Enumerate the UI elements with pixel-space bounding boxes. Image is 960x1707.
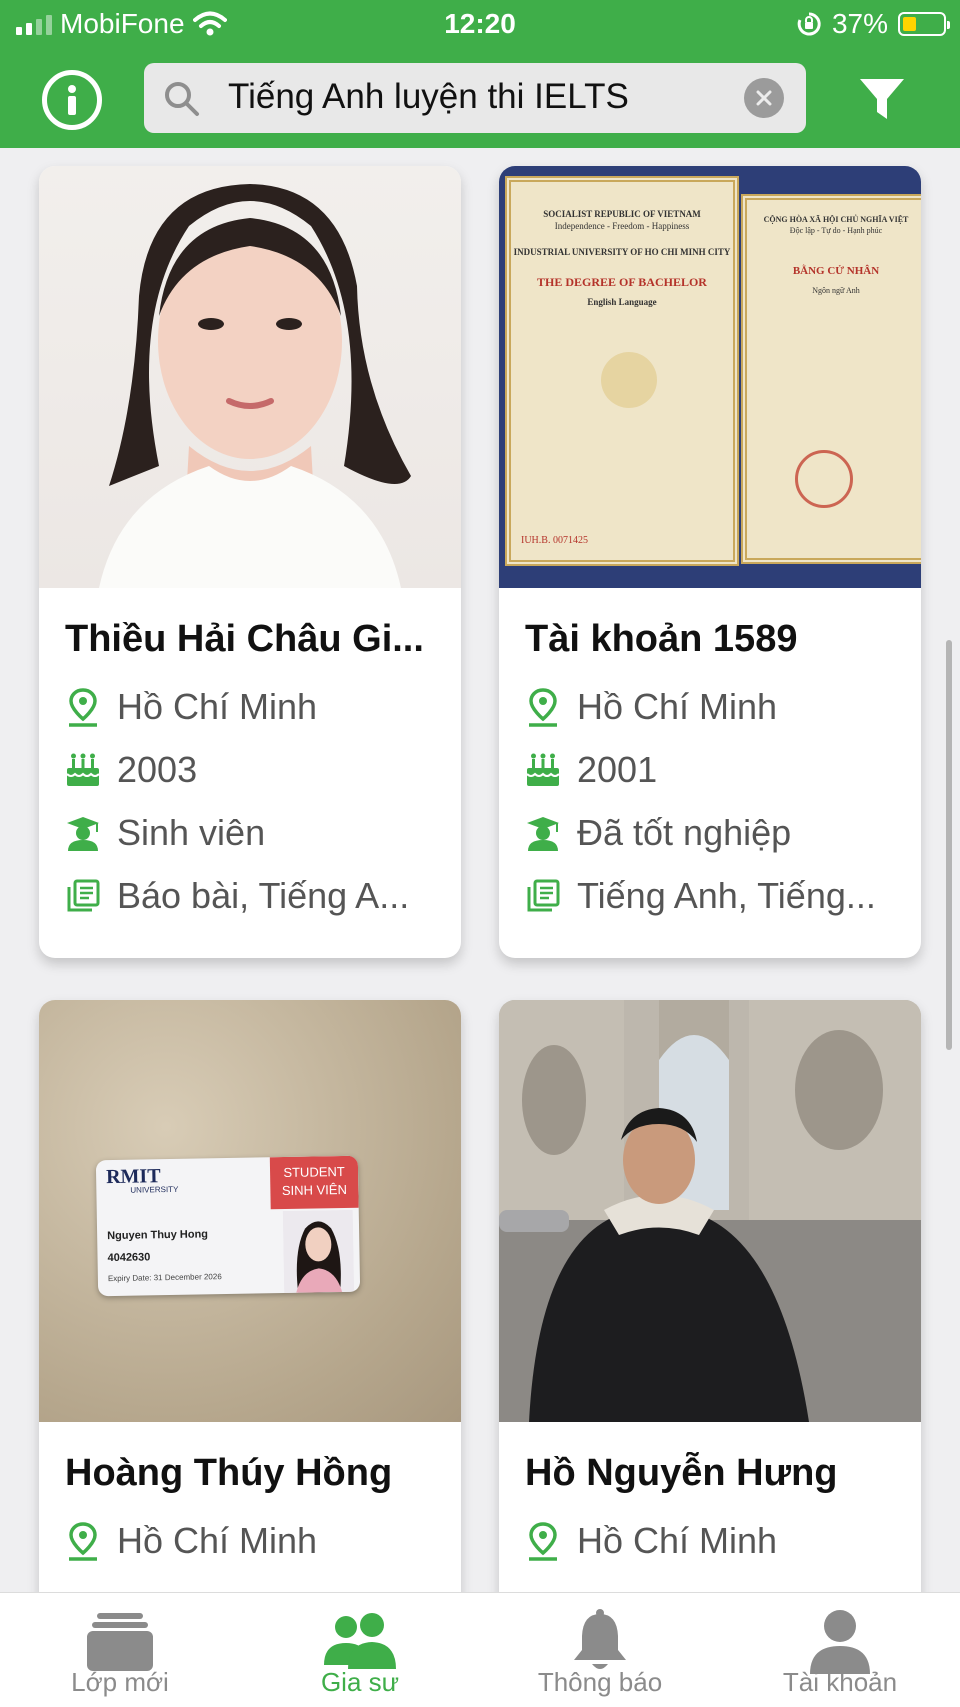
info-button[interactable] xyxy=(42,70,102,130)
card-holder: Nguyen Thuy Hong xyxy=(107,1228,209,1243)
diploma-watermark xyxy=(601,352,657,408)
card-photo xyxy=(282,1209,355,1294)
tab-label: Tài khoản xyxy=(782,1667,898,1697)
tutor-name: Hoàng Thúy Hồng xyxy=(65,1452,393,1494)
tutor-grid: Thiều Hải Châu Gi... Hồ Chí Minh 2003 Si… xyxy=(0,148,960,1592)
tutor-card[interactable]: Hồ Nguyễn Hưng Hồ Chí Minh xyxy=(499,1000,921,1592)
diploma-major-vn: Ngôn ngữ Anh xyxy=(812,286,860,295)
tutor-location: Hồ Chí Minh xyxy=(577,1520,778,1561)
location-pin-icon xyxy=(69,688,97,727)
subjects-book-icon xyxy=(527,879,560,912)
location-pin-icon xyxy=(69,1522,97,1561)
top-header: MobiFone 12:20 37% Tiếng Anh luyện thi I… xyxy=(0,0,960,148)
bell-icon xyxy=(574,1609,626,1669)
diploma-right-page: CỘNG HÒA XÃ HỘI CHỦ NGHĨA VIỆT Độc lập -… xyxy=(741,194,921,564)
search-bar[interactable]: Tiếng Anh luyện thi IELTS xyxy=(144,63,806,133)
tutor-subjects-row: Báo bài, Tiếng A... xyxy=(65,871,445,921)
search-icon xyxy=(165,82,199,116)
diploma-left-page: SOCIALIST REPUBLIC OF VIETNAM Independen… xyxy=(505,176,739,566)
diploma-school: INDUSTRIAL UNIVERSITY OF HO CHI MINH CIT… xyxy=(513,247,731,257)
filter-icon[interactable] xyxy=(858,75,906,123)
battery-icon xyxy=(898,12,950,36)
diploma-motto: Independence - Freedom - Happiness xyxy=(554,221,690,231)
bottom-tab-bar: Lớp mới Gia sư Thông báo Tài khoản xyxy=(0,1592,960,1707)
scroll-indicator[interactable] xyxy=(946,640,952,1050)
tutor-location-row: Hồ Chí Minh xyxy=(65,682,445,732)
tutor-location: Hồ Chí Minh xyxy=(577,686,778,727)
tutor-card[interactable]: SOCIALIST REPUBLIC OF VIETNAM Independen… xyxy=(499,166,921,958)
card-badge: STUDENT SINH VIÊN xyxy=(269,1155,359,1210)
card-number: 4042630 xyxy=(107,1251,151,1265)
tutor-birth-row: 2001 xyxy=(525,745,905,795)
tutor-status: Sinh viên xyxy=(117,812,266,853)
battery-percent: 37% xyxy=(831,8,888,39)
tutor-birth-row: 2003 xyxy=(65,745,445,795)
tutor-subjects: Báo bài, Tiếng A... xyxy=(117,875,410,916)
tutor-location-row: Hồ Chí Minh xyxy=(65,1516,445,1566)
location-pin-icon xyxy=(529,1522,557,1561)
clear-icon xyxy=(756,90,772,106)
diploma-motto-vn: Độc lập - Tự do - Hạnh phúc xyxy=(789,226,883,235)
diploma-degree-vn: BẰNG CỬ NHÂN xyxy=(792,265,880,277)
diploma-country-vn: CỘNG HÒA XÃ HỘI CHỦ NGHĨA VIỆT xyxy=(763,215,909,224)
tutor-location: Hồ Chí Minh xyxy=(117,686,318,727)
tutor-birth-row xyxy=(525,1579,905,1592)
tab-label: Thông báo xyxy=(537,1667,663,1697)
search-input[interactable]: Tiếng Anh luyện thi IELTS xyxy=(228,77,629,117)
tutor-name: Thiều Hải Châu Gi... xyxy=(65,618,424,660)
diploma-serial: IUH.B. 0071425 xyxy=(521,535,588,546)
tab-lop-moi[interactable]: Lớp mới xyxy=(0,1593,240,1707)
tutor-subjects: Tiếng Anh, Tiếng... xyxy=(577,875,876,916)
card-badge-line2: SINH VIÊN xyxy=(281,1181,348,1199)
tab-tai-khoan[interactable]: Tài khoản xyxy=(720,1593,960,1707)
diploma-country: SOCIALIST REPUBLIC OF VIETNAM xyxy=(543,209,701,219)
tutor-status: Đã tốt nghiệp xyxy=(577,812,792,853)
tutor-photo-diploma: SOCIALIST REPUBLIC OF VIETNAM Independen… xyxy=(499,166,921,588)
tutor-location-row: Hồ Chí Minh xyxy=(525,682,905,732)
tutor-photo-portrait xyxy=(39,166,461,588)
tab-label: Gia sư xyxy=(320,1667,400,1697)
tab-label: Lớp mới xyxy=(71,1667,169,1697)
classes-icon xyxy=(87,1613,153,1671)
diploma-seal xyxy=(795,450,853,508)
tutor-location: Hồ Chí Minh xyxy=(117,1520,318,1561)
status-bar: MobiFone 12:20 37% xyxy=(0,0,960,50)
tab-gia-su[interactable]: Gia sư xyxy=(240,1593,480,1707)
tutor-card[interactable]: RMIT UNIVERSITY STUDENT SINH VIÊN Nguyen… xyxy=(39,1000,461,1592)
location-pin-icon xyxy=(529,688,557,727)
diploma-major: English Language xyxy=(587,297,657,307)
tutors-icon xyxy=(324,1613,396,1669)
tutor-status-row: Đã tốt nghiệp xyxy=(525,808,905,858)
clear-search-button[interactable] xyxy=(744,78,784,118)
tutor-photo-student-card: RMIT UNIVERSITY STUDENT SINH VIÊN Nguyen… xyxy=(39,1000,461,1422)
account-icon xyxy=(810,1610,870,1674)
tab-thong-bao[interactable]: Thông báo xyxy=(480,1593,720,1707)
portrait-illustration xyxy=(99,184,411,588)
tutor-name: Tài khoản 1589 xyxy=(525,618,798,660)
subjects-book-icon xyxy=(67,879,100,912)
diploma-degree: THE DEGREE OF BACHELOR xyxy=(537,275,707,289)
cake-icon xyxy=(66,753,100,786)
card-university-sub: UNIVERSITY xyxy=(130,1184,179,1195)
graduate-icon xyxy=(527,817,559,851)
card-badge-line1: STUDENT xyxy=(283,1163,345,1181)
tutor-birth-row xyxy=(65,1579,445,1592)
paris-illustration xyxy=(499,1000,921,1422)
tutor-subjects-row: Tiếng Anh, Tiếng... xyxy=(525,871,905,921)
card-expiry: Expiry Date: 31 December 2026 xyxy=(107,1272,222,1284)
info-icon xyxy=(68,85,76,115)
graduate-icon xyxy=(67,817,99,851)
tutor-location-row: Hồ Chí Minh xyxy=(525,1516,905,1566)
tutor-birth-year: 2001 xyxy=(577,749,658,790)
app-screen: MobiFone 12:20 37% Tiếng Anh luyện thi I… xyxy=(0,0,960,1707)
orientation-lock-icon xyxy=(797,12,821,36)
cake-icon xyxy=(526,753,560,786)
tutor-photo-paris xyxy=(499,1000,921,1422)
tutor-status-row: Sinh viên xyxy=(65,808,445,858)
tutor-card[interactable]: Thiều Hải Châu Gi... Hồ Chí Minh 2003 Si… xyxy=(39,166,461,958)
status-right: 37% xyxy=(796,8,950,40)
student-id-card: RMIT UNIVERSITY STUDENT SINH VIÊN Nguyen… xyxy=(95,1155,361,1297)
tutor-name: Hồ Nguyễn Hưng xyxy=(525,1452,838,1494)
tutor-birth-year: 2003 xyxy=(117,749,198,790)
